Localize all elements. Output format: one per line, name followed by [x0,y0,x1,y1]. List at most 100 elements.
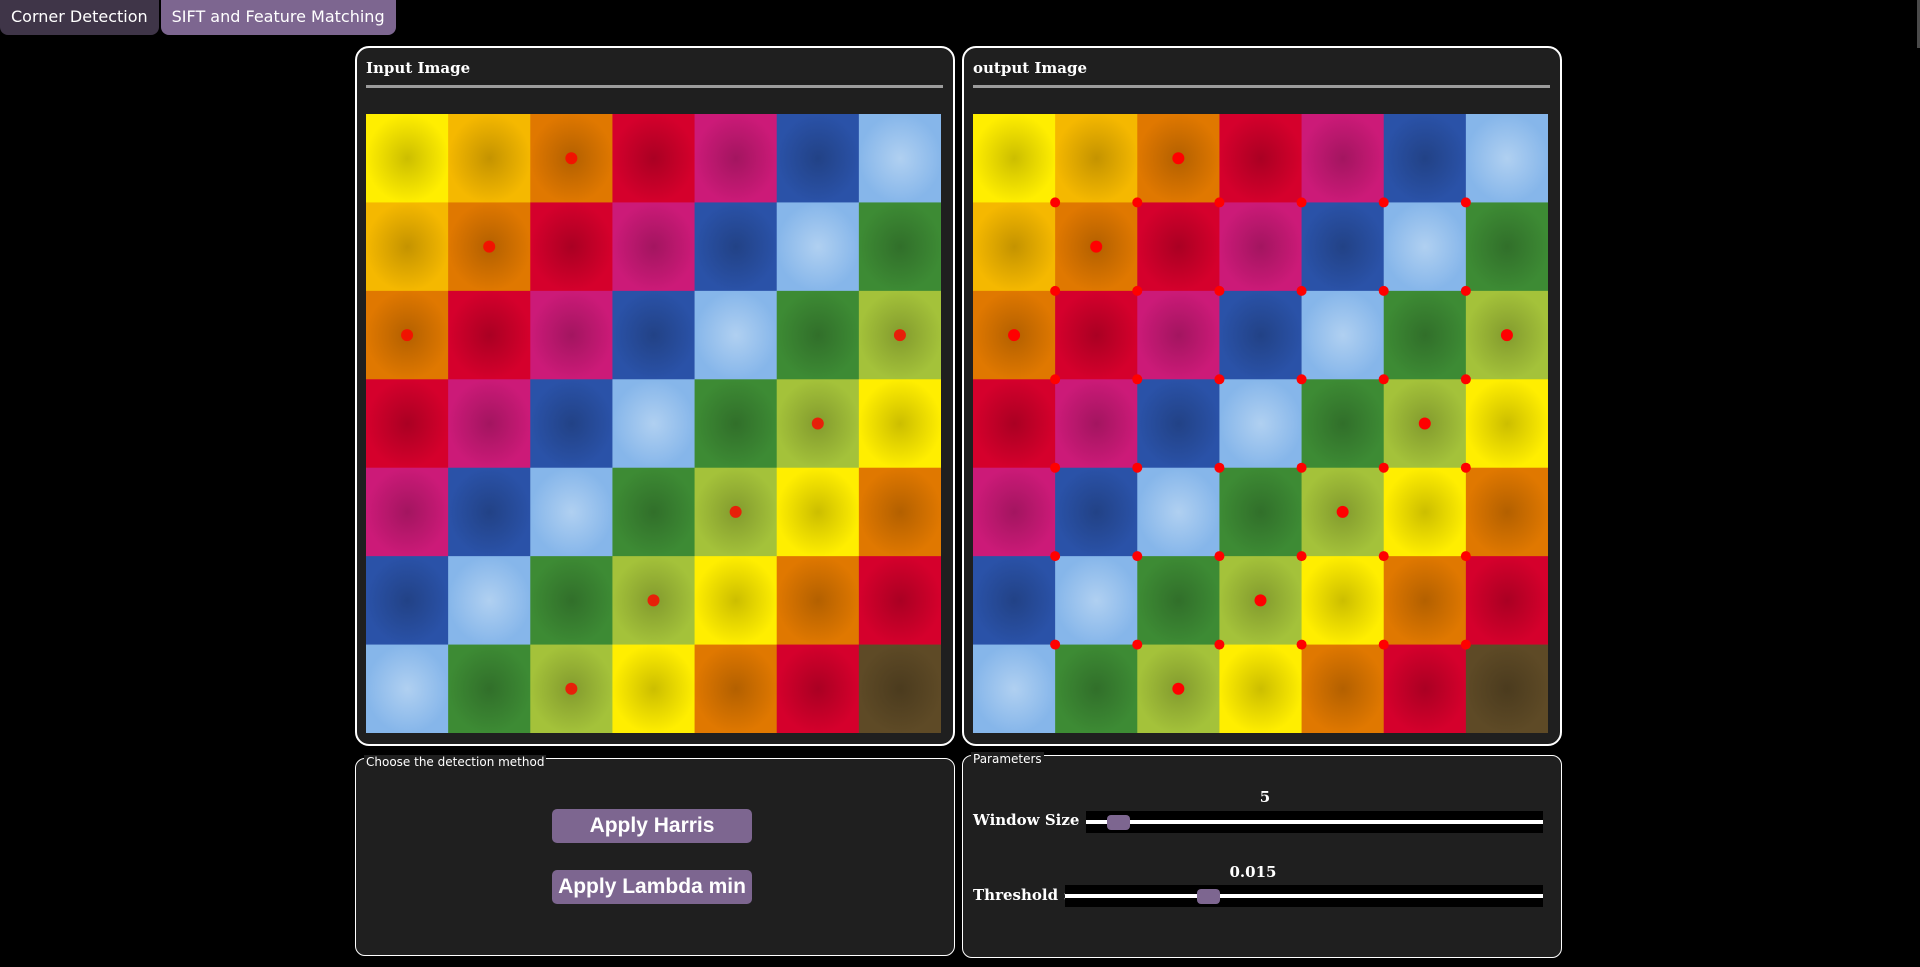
image-cell [1383,290,1467,380]
image-cell [612,644,696,733]
corner-marker [1296,285,1307,296]
corner-marker [1378,197,1389,208]
corner-marker [1214,285,1225,296]
center-dot [647,594,660,607]
image-cell [1219,467,1303,557]
detection-method-legend: Choose the detection method [364,755,547,769]
image-cell [1465,202,1548,292]
threshold-label: Threshold : [973,886,1069,904]
corner-marker [1132,462,1143,473]
image-cell [858,379,941,469]
image-cell [366,644,449,733]
center-dot [565,152,578,165]
image-cell [776,290,860,380]
corner-marker [1378,462,1389,473]
image-cell [448,114,531,203]
parameters-box: Parameters 5 Window Size : 0.015 Thresho… [962,752,1562,958]
image-cell [1137,467,1220,557]
image-cell [448,556,531,646]
corner-marker [1132,639,1143,650]
image-cell [1301,202,1385,292]
corner-marker [1460,285,1471,296]
image-cell [1137,556,1220,646]
image-cell [858,644,941,733]
image-cell [366,202,449,292]
center-dot [1418,417,1431,430]
corner-marker [1460,374,1471,385]
image-cell [1219,290,1303,380]
parameters-legend: Parameters [971,752,1044,766]
image-cell [1219,202,1303,292]
tab-corner-detection[interactable]: Corner Detection [0,0,159,35]
input-image [366,114,941,733]
image-cell [1137,202,1220,292]
corner-marker [1050,374,1061,385]
image-cell [1301,114,1385,203]
corner-marker [1460,197,1471,208]
corner-marker [1214,374,1225,385]
image-cell [612,114,696,203]
corner-marker [1050,197,1061,208]
tab-sift-feature-matching[interactable]: SIFT and Feature Matching [160,0,396,35]
center-dot [483,240,496,253]
center-dot [1254,594,1267,607]
image-cell [1219,379,1303,469]
center-dot [1336,505,1349,518]
output-panel-title: output Image [973,59,1088,77]
corner-marker [1460,639,1471,650]
center-dot [811,417,824,430]
image-cell [973,114,1056,203]
center-dot [729,505,742,518]
image-cell [530,379,613,469]
threshold-thumb[interactable] [1197,889,1221,904]
corner-marker [1296,639,1307,650]
corner-marker [1378,285,1389,296]
corner-marker [1460,462,1471,473]
image-cell [1383,202,1467,292]
image-cell [973,467,1056,557]
image-cell [530,556,613,646]
corner-marker [1132,374,1143,385]
image-cell [1055,467,1138,557]
corner-marker [1296,374,1307,385]
image-cell [1219,114,1303,203]
image-cell [366,379,449,469]
image-cell [1465,644,1548,733]
image-cell [530,290,613,380]
window-size-value: 5 [1259,788,1271,806]
image-cell [858,556,941,646]
image-cell [1055,290,1138,380]
window-size-thumb[interactable] [1106,815,1130,830]
threshold-value: 0.015 [1229,863,1277,881]
image-cell [448,644,531,733]
image-cell [776,114,860,203]
threshold-slider[interactable] [1065,885,1543,907]
image-cell [1301,379,1385,469]
image-cell [1383,644,1467,733]
image-cell [612,202,696,292]
center-dot [1500,329,1513,342]
image-cell [366,467,449,557]
image-cell [1465,379,1548,469]
corner-marker [1214,639,1225,650]
window-size-label: Window Size : [973,811,1091,829]
input-panel-divider [366,85,943,88]
window-size-slider[interactable] [1086,811,1543,833]
image-cell [694,114,778,203]
corner-marker [1296,462,1307,473]
image-cell [1301,290,1385,380]
corner-marker [1132,551,1143,562]
apply-harris-button[interactable]: Apply Harris [552,809,752,843]
apply-lambda-min-button[interactable]: Apply Lambda min [552,870,752,904]
corner-marker [1214,462,1225,473]
image-cell [1383,467,1467,557]
image-cell [694,644,778,733]
image-cell [973,556,1056,646]
threshold-track [1065,894,1543,898]
corner-marker [1296,197,1307,208]
input-image-panel: Input Image [355,46,955,746]
corner-marker [1214,197,1225,208]
image-cell [366,556,449,646]
image-cell [694,202,778,292]
image-cell [1301,556,1385,646]
